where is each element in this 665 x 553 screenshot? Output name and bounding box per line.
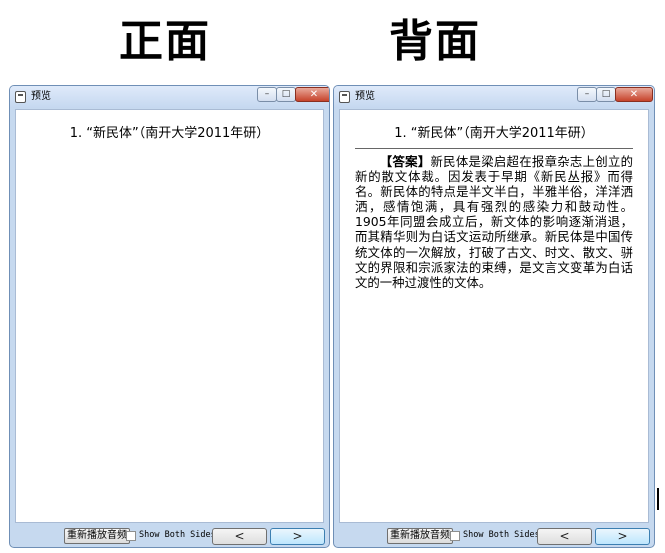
minimize-button[interactable]: –: [577, 87, 597, 102]
preview-window-back: 预览 – □ ✕ 1. “新民体”（南开大学2011年研） 【答案】新民体是梁启…: [333, 85, 655, 548]
title-bar[interactable]: 预览 – □ ✕: [10, 86, 329, 108]
preview-window-front: 预览 – □ ✕ 1. “新民体”（南开大学2011年研） 重新播放音频 Sho…: [9, 85, 330, 548]
window-title: 预览: [31, 91, 51, 102]
question-text: 1. “新民体”（南开大学2011年研）: [394, 126, 594, 141]
bottom-toolbar: 重新播放音频 Show Both Sides < >: [334, 523, 654, 547]
bottom-toolbar: 重新播放音频 Show Both Sides < >: [10, 523, 329, 547]
edge-mark: [657, 488, 659, 510]
minimize-button[interactable]: –: [257, 87, 277, 102]
minimize-icon: –: [584, 89, 590, 99]
replay-audio-button[interactable]: 重新播放音频: [387, 528, 453, 544]
close-button[interactable]: ✕: [615, 87, 653, 102]
next-button[interactable]: >: [595, 528, 650, 545]
maximize-icon: □: [601, 89, 611, 99]
show-both-sides-checkbox[interactable]: [450, 531, 460, 541]
answer-divider: [355, 148, 633, 149]
close-icon: ✕: [629, 89, 639, 100]
maximize-button[interactable]: □: [596, 87, 616, 102]
show-both-sides-label: Show Both Sides: [139, 530, 216, 540]
next-button[interactable]: >: [270, 528, 325, 545]
maximize-icon: □: [281, 89, 291, 99]
question-text: 1. “新民体”（南开大学2011年研）: [69, 126, 270, 141]
window-title: 预览: [355, 91, 375, 102]
replay-audio-button[interactable]: 重新播放音频: [64, 528, 130, 544]
card-content: 1. “新民体”（南开大学2011年研）: [15, 109, 324, 523]
back-side-caption: 背面: [389, 16, 481, 67]
maximize-button[interactable]: □: [276, 87, 296, 102]
app-icon: [15, 91, 26, 103]
title-bar[interactable]: 预览 – □ ✕: [334, 86, 654, 108]
close-button[interactable]: ✕: [295, 87, 329, 102]
card-content: 1. “新民体”（南开大学2011年研） 【答案】新民体是梁启超在报章杂志上创立…: [339, 109, 649, 523]
answer-text: 【答案】新民体是梁启超在报章杂志上创立的新的散文体裁。因发表于早期《新民丛报》而…: [355, 154, 633, 290]
minimize-icon: –: [264, 89, 270, 99]
show-both-sides-label: Show Both Sides: [463, 530, 540, 540]
close-icon: ✕: [309, 89, 319, 100]
show-both-sides-checkbox[interactable]: [126, 531, 136, 541]
app-icon: [339, 91, 350, 103]
previous-button[interactable]: <: [537, 528, 592, 545]
answer-body: 新民体是梁启超在报章杂志上创立的新的散文体裁。因发表于早期《新民丛报》而得名。新…: [355, 154, 634, 290]
front-side-caption: 正面: [119, 16, 211, 67]
previous-button[interactable]: <: [212, 528, 267, 545]
answer-tag: 【答案】: [379, 154, 431, 169]
